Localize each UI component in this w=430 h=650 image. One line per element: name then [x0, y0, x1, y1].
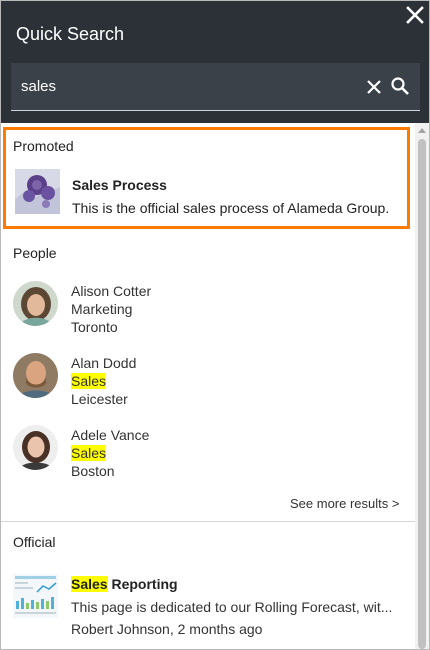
person-location: Toronto: [71, 319, 118, 335]
promoted-thumbnail: [15, 169, 60, 214]
person-name[interactable]: Alan Dodd: [71, 355, 136, 371]
scrollbar-thumb[interactable]: [418, 139, 426, 649]
official-result-meta: Robert Johnson, 2 months ago: [71, 621, 263, 637]
avatar: [13, 425, 58, 470]
person-department: Sales: [71, 373, 107, 389]
panel-title: Quick Search: [16, 24, 125, 44]
vertical-scrollbar[interactable]: [415, 123, 429, 649]
person-result[interactable]: Alan Dodd Sales Leicester: [1, 350, 415, 420]
official-thumbnail: [13, 574, 58, 618]
official-result-title[interactable]: Sales Reporting: [71, 576, 178, 592]
search-input[interactable]: sales: [21, 78, 56, 95]
person-department: Sales: [71, 445, 107, 461]
official-title-text: Reporting: [107, 576, 178, 592]
person-location: Leicester: [71, 391, 128, 407]
promoted-label: Promoted: [13, 138, 74, 154]
avatar: [13, 353, 58, 398]
search-highlight: Sales: [71, 373, 107, 389]
panel-header: Quick Search sales: [1, 1, 429, 123]
promoted-result[interactable]: Promoted Sales Process This is the offic…: [3, 127, 410, 229]
promoted-description: This is the official sales process of Al…: [72, 200, 390, 216]
person-result[interactable]: Alison Cotter Marketing Toronto: [1, 278, 415, 348]
people-label: People: [13, 245, 57, 261]
search-box[interactable]: sales: [11, 63, 420, 111]
person-name[interactable]: Alison Cotter: [71, 283, 151, 299]
avatar: [13, 281, 58, 326]
person-department: Marketing: [71, 301, 133, 317]
official-result-description: This page is dedicated to our Rolling Fo…: [71, 599, 393, 615]
see-more-results-link[interactable]: See more results >: [290, 496, 399, 511]
magnifier-icon[interactable]: [390, 76, 410, 96]
results-list[interactable]: Promoted Sales Process This is the offic…: [1, 123, 415, 649]
official-label: Official: [13, 534, 56, 550]
person-name[interactable]: Adele Vance: [71, 427, 149, 443]
quick-search-panel: Quick Search sales Promoted Sales Proces…: [0, 0, 430, 650]
clear-x-icon[interactable]: [365, 78, 383, 96]
promoted-title[interactable]: Sales Process: [72, 177, 167, 193]
scroll-up-arrow-icon[interactable]: [418, 128, 426, 133]
search-highlight: Sales: [71, 445, 107, 461]
search-highlight: Sales: [71, 576, 108, 592]
person-location: Boston: [71, 463, 115, 479]
section-divider: [1, 521, 415, 522]
person-result[interactable]: Adele Vance Sales Boston: [1, 422, 415, 492]
close-icon[interactable]: [405, 5, 425, 25]
